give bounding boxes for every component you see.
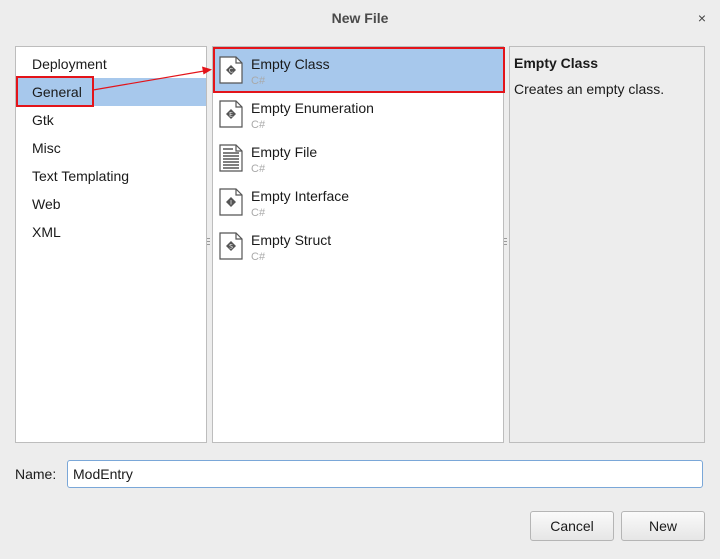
name-input[interactable] xyxy=(67,460,703,488)
enum-file-icon: E xyxy=(219,100,243,128)
struct-file-icon: S xyxy=(219,232,243,260)
category-label: Deployment xyxy=(32,56,107,72)
category-item-deployment[interactable]: Deployment xyxy=(16,50,206,78)
description-panel: Empty Class Creates an empty class. xyxy=(509,46,705,443)
svg-text:E: E xyxy=(229,112,233,119)
category-label: XML xyxy=(32,224,61,240)
interface-file-icon: I xyxy=(219,188,243,216)
category-item-text-templating[interactable]: Text Templating xyxy=(16,162,206,190)
template-language: C# xyxy=(251,119,266,131)
template-language: C# xyxy=(251,251,266,263)
category-label: Web xyxy=(32,196,61,212)
window-title: New File xyxy=(331,10,389,26)
template-name: Empty Struct xyxy=(251,232,332,248)
category-item-xml[interactable]: XML xyxy=(16,218,206,246)
category-item-gtk[interactable]: Gtk xyxy=(16,106,206,134)
splitter-handle-right[interactable] xyxy=(504,238,507,250)
category-item-web[interactable]: Web xyxy=(16,190,206,218)
description-text: Creates an empty class. xyxy=(514,81,665,97)
template-item-empty-enumeration[interactable]: E Empty Enumeration C# xyxy=(213,92,503,136)
cancel-button[interactable]: Cancel xyxy=(530,511,614,541)
template-language: C# xyxy=(251,207,266,219)
close-icon[interactable]: × xyxy=(694,0,710,36)
template-item-empty-interface[interactable]: I Empty Interface C# xyxy=(213,180,503,224)
template-name: Empty Interface xyxy=(251,188,350,204)
category-label: Text Templating xyxy=(32,168,130,184)
template-name: Empty Enumeration xyxy=(251,100,374,116)
template-list: C Empty Class C# E Empty Enumeration C# … xyxy=(212,46,505,443)
annotation-highlight-general xyxy=(16,76,94,107)
category-label: Gtk xyxy=(32,112,54,128)
new-button[interactable]: New xyxy=(621,511,705,541)
svg-text:I: I xyxy=(230,200,232,207)
category-list: Deployment General Gtk Misc Text Templat… xyxy=(15,46,207,443)
category-item-misc[interactable]: Misc xyxy=(16,134,206,162)
text-file-icon xyxy=(219,144,243,172)
template-name: Empty File xyxy=(251,144,318,160)
template-language: C# xyxy=(251,163,266,175)
template-item-empty-file[interactable]: Empty File C# xyxy=(213,136,503,180)
name-label: Name: xyxy=(15,466,57,482)
annotation-highlight-empty-class xyxy=(213,47,505,93)
template-item-empty-struct[interactable]: S Empty Struct C# xyxy=(213,224,503,268)
category-label: Misc xyxy=(32,140,61,156)
title-bar: New File × xyxy=(0,0,720,36)
splitter-handle-left[interactable] xyxy=(207,238,210,250)
svg-text:S: S xyxy=(229,244,233,251)
description-title: Empty Class xyxy=(514,55,599,71)
